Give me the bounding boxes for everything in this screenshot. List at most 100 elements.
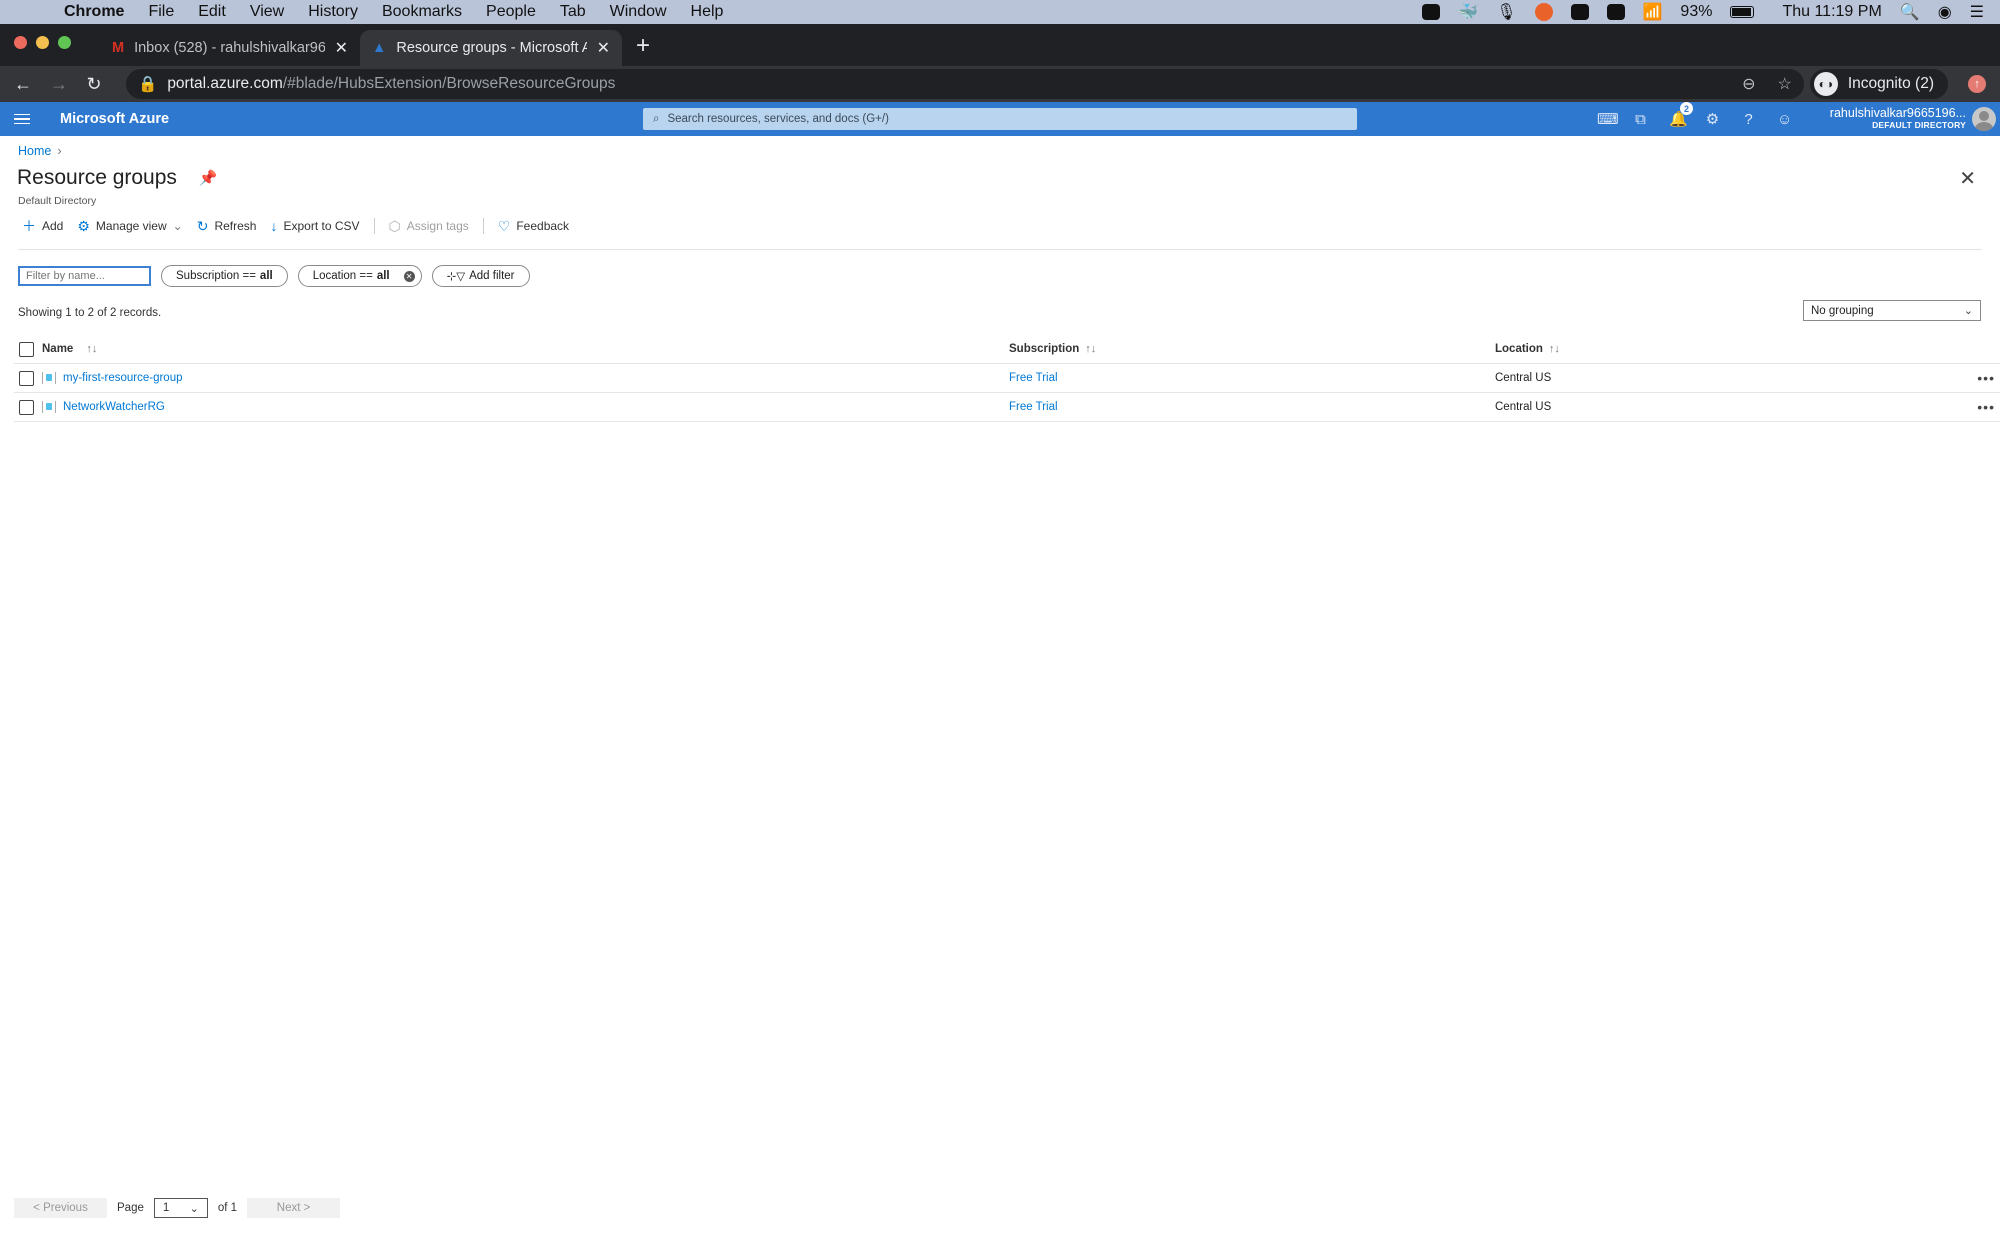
filter-by-name-input[interactable]	[18, 266, 151, 286]
portal-menu-icon[interactable]	[14, 113, 30, 125]
column-header-subscription[interactable]: Subscription ↑↓	[1009, 343, 1096, 355]
heart-icon: ♡	[497, 217, 511, 234]
tab-title: Resource groups - Microsoft Azure	[396, 40, 587, 56]
wifi-icon[interactable]: 📶	[1643, 2, 1663, 22]
add-button[interactable]: ＋ Add	[22, 216, 63, 236]
page-total: of 1	[217, 1202, 238, 1214]
tab-resource-groups[interactable]: ▲ Resource groups - Microsoft Azure ✕	[360, 30, 622, 66]
user-avatar[interactable]	[1972, 107, 1996, 131]
chevron-right-icon: ›	[57, 144, 62, 158]
new-tab-button[interactable]: +	[636, 32, 650, 60]
page-select[interactable]: 1 ⌄	[153, 1198, 208, 1218]
previous-page-button[interactable]: < Previous	[14, 1198, 107, 1218]
battery-icon[interactable]	[1730, 6, 1755, 18]
menu-bookmarks[interactable]: Bookmarks	[382, 3, 462, 21]
menu-file[interactable]: File	[148, 3, 174, 21]
docker-icon[interactable]: 🐳	[1458, 2, 1478, 22]
bookmark-star-icon[interactable]: ☆	[1777, 74, 1791, 94]
command-bar: ＋ Add ⚙ Manage view ⌄ ↻ Refresh ↓ Export…	[22, 215, 583, 237]
back-button[interactable]: ←	[14, 74, 32, 95]
close-blade-icon[interactable]: ✕	[1959, 166, 1976, 191]
toolbar-divider	[373, 218, 375, 234]
export-csv-label: Export to CSV	[283, 219, 360, 233]
table-row[interactable]: NetworkWatcherRG Free Trial Central US •…	[14, 393, 2000, 422]
minimize-window-button[interactable]	[36, 36, 49, 49]
records-count: Showing 1 to 2 of 2 records.	[18, 307, 162, 319]
more-actions-icon[interactable]: •••	[1977, 370, 1995, 386]
location-filter-pill[interactable]: Location == all ✕	[297, 265, 422, 287]
siri-icon[interactable]: ◉	[1938, 2, 1952, 22]
menu-window[interactable]: Window	[610, 3, 667, 21]
row-checkbox[interactable]	[19, 399, 34, 415]
maximize-window-button[interactable]	[58, 36, 71, 49]
control-center-icon[interactable]: ☰	[1970, 2, 1984, 22]
lock-icon[interactable]: 🔒	[138, 75, 157, 94]
breadcrumb-home[interactable]: Home	[18, 144, 51, 158]
directory-filter-icon[interactable]: ⧉	[1633, 111, 1648, 128]
clear-filter-icon[interactable]: ✕	[403, 270, 415, 282]
forward-button[interactable]: →	[50, 74, 68, 95]
url-field[interactable]: 🔒 portal.azure.com/#blade/HubsExtension/…	[126, 69, 1804, 99]
row-checkbox[interactable]	[19, 370, 34, 386]
checkmark-app-icon[interactable]	[1570, 4, 1589, 20]
help-icon[interactable]: ?	[1741, 111, 1756, 128]
location-filter-value: all	[376, 270, 390, 282]
toolbar-divider	[482, 218, 484, 234]
reload-button[interactable]: ↻	[86, 74, 102, 95]
export-csv-button[interactable]: ↓ Export to CSV	[270, 218, 359, 234]
page-select-value: 1	[162, 1202, 170, 1214]
incognito-profile-button[interactable]: ◐◑ Incognito (2)	[1809, 69, 1948, 99]
menu-help[interactable]: Help	[691, 3, 724, 21]
refresh-button[interactable]: ↻ Refresh	[197, 218, 257, 235]
user-name: rahulshivalkar9665196...	[1829, 106, 1966, 121]
subscription-link[interactable]: Free Trial	[1009, 401, 1058, 413]
azure-brand[interactable]: Microsoft Azure	[60, 111, 169, 127]
close-tab-icon[interactable]: ✕	[597, 38, 610, 58]
column-header-location[interactable]: Location ↑↓	[1495, 343, 1560, 355]
spotlight-icon[interactable]: 🔍	[1900, 2, 1920, 22]
menu-view[interactable]: View	[250, 3, 284, 21]
resource-group-name-link[interactable]: my-first-resource-group	[63, 372, 183, 384]
incognito-label: Incognito (2)	[1847, 75, 1934, 92]
tag-icon: ⬡	[388, 217, 401, 234]
clock[interactable]: Thu 11:19 PM	[1782, 3, 1881, 21]
global-search-input[interactable]: ⌕ Search resources, services, and docs (…	[643, 108, 1357, 130]
table-row[interactable]: my-first-resource-group Free Trial Centr…	[14, 364, 2000, 393]
menu-app-chrome[interactable]: Chrome	[64, 3, 124, 21]
orange-app-icon[interactable]	[1534, 3, 1553, 21]
refresh-label: Refresh	[214, 219, 257, 233]
grouping-dropdown[interactable]: No grouping ⌄	[1803, 300, 1981, 321]
menu-tab[interactable]: Tab	[560, 3, 586, 21]
menu-people[interactable]: People	[486, 3, 536, 21]
assign-tags-button[interactable]: ⬡ Assign tags	[389, 218, 469, 235]
settings-gear-icon[interactable]: ⚙	[1705, 110, 1720, 128]
subscription-link[interactable]: Free Trial	[1009, 372, 1058, 384]
zoom-out-icon[interactable]: ⊖	[1742, 74, 1755, 94]
next-page-button[interactable]: Next >	[247, 1198, 341, 1218]
subscription-filter-pill[interactable]: Subscription == all	[161, 265, 288, 287]
account-menu[interactable]: rahulshivalkar9665196... DEFAULT DIRECTO…	[1830, 107, 1966, 130]
zoom-app-icon[interactable]	[1422, 4, 1441, 20]
update-icon[interactable]: ↑	[1968, 75, 1986, 93]
more-actions-icon[interactable]: •••	[1977, 399, 1995, 415]
close-window-button[interactable]	[14, 36, 27, 49]
menu-history[interactable]: History	[308, 3, 358, 21]
plus-icon: ＋	[22, 218, 36, 234]
input-source-icon[interactable]	[1606, 4, 1625, 20]
search-placeholder: Search resources, services, and docs (G+…	[667, 113, 889, 125]
notifications-icon[interactable]: 🔔 2	[1669, 102, 1693, 128]
menu-edit[interactable]: Edit	[198, 3, 226, 21]
close-tab-icon[interactable]: ✕	[335, 38, 348, 58]
cloud-shell-icon[interactable]: ⌨	[1597, 110, 1619, 128]
tab-gmail[interactable]: M Inbox (528) - rahulshivalkar9665 ✕	[100, 30, 360, 66]
column-header-name[interactable]: Name ↑↓	[42, 343, 97, 355]
microphone-icon[interactable]: 🎙	[1496, 2, 1516, 22]
select-all-checkbox[interactable]	[19, 341, 34, 357]
manage-view-button[interactable]: ⚙ Manage view ⌄	[77, 218, 182, 235]
tab-title: Inbox (528) - rahulshivalkar9665	[134, 40, 325, 56]
feedback-button[interactable]: ♡ Feedback	[498, 218, 569, 235]
add-filter-button[interactable]: ⊹▽ Add filter	[431, 265, 530, 287]
resource-group-name-link[interactable]: NetworkWatcherRG	[63, 401, 165, 413]
pin-icon[interactable]: 📌	[199, 169, 218, 187]
feedback-smiley-icon[interactable]: ☺	[1777, 111, 1792, 128]
